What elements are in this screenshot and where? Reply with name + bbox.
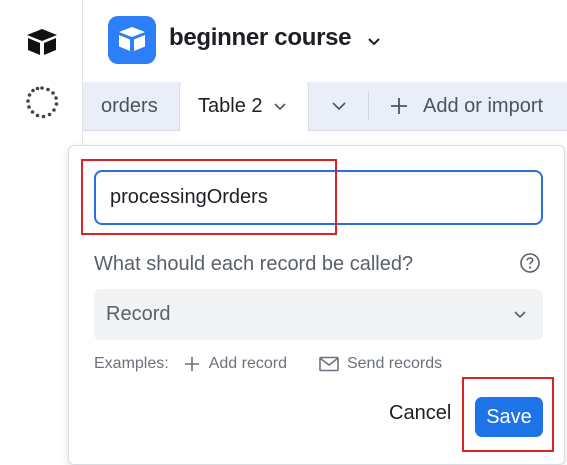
base-title[interactable]: beginner course xyxy=(169,24,352,52)
plus-icon xyxy=(391,98,407,114)
tab-divider xyxy=(368,92,369,120)
example-add-record: Add record xyxy=(183,355,287,373)
base-header: beginner course xyxy=(83,0,567,82)
example-send-label: Send records xyxy=(346,355,443,372)
record-name-select[interactable]: Record xyxy=(94,289,543,340)
chevron-down-icon xyxy=(513,307,527,325)
table-tabbar: orders Table 2 Add or import xyxy=(83,82,567,131)
envelope-icon xyxy=(319,356,339,372)
help-question-icon[interactable] xyxy=(519,252,541,279)
cancel-button[interactable]: Cancel xyxy=(389,402,451,425)
example-send-records: Send records xyxy=(319,355,442,373)
tab-orders[interactable]: orders xyxy=(101,82,158,130)
table-name-dialog: What should each record be called? Recor… xyxy=(68,145,565,465)
add-or-import-button[interactable]: Add or import xyxy=(389,82,543,130)
add-or-import-label: Add or import xyxy=(423,94,544,117)
home-logo-icon[interactable] xyxy=(24,24,60,60)
tab-table-2[interactable]: Table 2 xyxy=(179,82,309,131)
tab-label: orders xyxy=(101,94,158,117)
chevron-down-icon xyxy=(332,102,346,111)
loading-spinner-icon xyxy=(24,84,60,120)
all-tables-dropdown[interactable] xyxy=(329,82,349,130)
chevron-down-icon[interactable] xyxy=(273,102,287,112)
record-select-value: Record xyxy=(106,303,171,325)
plus-icon xyxy=(184,357,199,371)
chevron-down-icon[interactable] xyxy=(367,34,381,52)
save-button[interactable]: Save xyxy=(475,397,543,437)
airtable-logo-icon[interactable] xyxy=(108,16,156,64)
examples-label: Examples: xyxy=(94,355,169,372)
example-add-label: Add record xyxy=(208,355,287,372)
table-name-input[interactable] xyxy=(94,170,543,225)
tab-label: Table 2 xyxy=(198,95,263,117)
record-name-question: What should each record be called? xyxy=(94,253,414,275)
examples-row: Examples: Add record Send records xyxy=(94,355,442,373)
